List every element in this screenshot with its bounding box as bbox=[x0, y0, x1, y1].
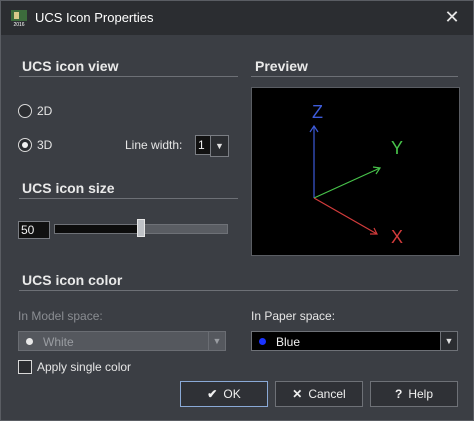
radio-3d-label: 3D bbox=[37, 138, 53, 152]
close-icon: ✕ bbox=[444, 7, 460, 27]
icon-size-heading: UCS icon size bbox=[22, 180, 115, 196]
icon-size-slider[interactable] bbox=[54, 219, 228, 237]
z-axis-label: Z bbox=[312, 102, 323, 122]
slider-fill bbox=[55, 225, 141, 233]
model-space-color-select: White ▼ bbox=[18, 331, 226, 351]
icon-size-input[interactable]: 50 bbox=[18, 221, 50, 239]
radio-2d-label: 2D bbox=[37, 104, 53, 118]
white-swatch-icon bbox=[26, 338, 33, 345]
question-icon: ? bbox=[394, 387, 403, 401]
title-bar: 2016 UCS Icon Properties ✕ bbox=[1, 1, 473, 35]
paper-space-color-value: Blue bbox=[276, 335, 301, 349]
app-icon: 2016 bbox=[11, 10, 27, 27]
icon-size-divider bbox=[19, 198, 238, 199]
preview-panel: Z Y X bbox=[251, 87, 460, 256]
y-axis-line bbox=[313, 167, 381, 199]
y-axis-label: Y bbox=[391, 138, 403, 158]
model-space-label: In Model space: bbox=[18, 309, 103, 323]
line-width-label: Line width: bbox=[125, 138, 183, 152]
preview-divider bbox=[251, 76, 458, 77]
ok-button-label: OK bbox=[223, 387, 241, 401]
x-axis-label: X bbox=[391, 227, 403, 247]
icon-view-divider bbox=[19, 76, 238, 77]
svg-text:2016: 2016 bbox=[13, 22, 24, 27]
blue-swatch-icon bbox=[259, 338, 266, 345]
line-width-select[interactable]: 1 bbox=[195, 135, 211, 155]
icon-color-heading: UCS icon color bbox=[22, 272, 123, 288]
window-title: UCS Icon Properties bbox=[35, 10, 154, 25]
line-width-dropdown-button[interactable]: ▼ bbox=[210, 135, 229, 157]
model-space-color-value: White bbox=[43, 335, 74, 349]
cancel-button[interactable]: ✕ Cancel bbox=[275, 381, 363, 407]
chevron-down-icon: ▼ bbox=[440, 332, 457, 350]
icon-view-heading: UCS icon view bbox=[22, 58, 119, 74]
paper-space-label: In Paper space: bbox=[251, 309, 336, 323]
x-axis-line bbox=[313, 197, 378, 235]
radio-3d[interactable] bbox=[18, 138, 32, 152]
ucs-icon-preview: Z Y X bbox=[309, 102, 403, 247]
cross-icon: ✕ bbox=[292, 387, 303, 401]
checkmark-icon: ✔ bbox=[207, 387, 218, 401]
icon-color-divider bbox=[19, 290, 458, 291]
preview-heading: Preview bbox=[255, 58, 308, 74]
help-button[interactable]: ? Help bbox=[370, 381, 458, 407]
apply-single-color-label: Apply single color bbox=[37, 360, 132, 374]
ucs-icon-properties-dialog: 2016 UCS Icon Properties ✕ UCS icon view… bbox=[0, 0, 474, 421]
close-button[interactable]: ✕ bbox=[441, 6, 463, 28]
slider-thumb[interactable] bbox=[137, 219, 145, 237]
chevron-down-icon: ▼ bbox=[208, 332, 225, 350]
paper-space-color-select[interactable]: Blue ▼ bbox=[251, 331, 458, 351]
ok-button[interactable]: ✔ OK bbox=[180, 381, 268, 407]
chevron-down-icon: ▼ bbox=[215, 141, 224, 151]
radio-2d[interactable] bbox=[18, 104, 32, 118]
cancel-button-label: Cancel bbox=[308, 387, 346, 401]
apply-single-color-checkbox[interactable] bbox=[18, 360, 32, 374]
help-button-label: Help bbox=[408, 387, 434, 401]
